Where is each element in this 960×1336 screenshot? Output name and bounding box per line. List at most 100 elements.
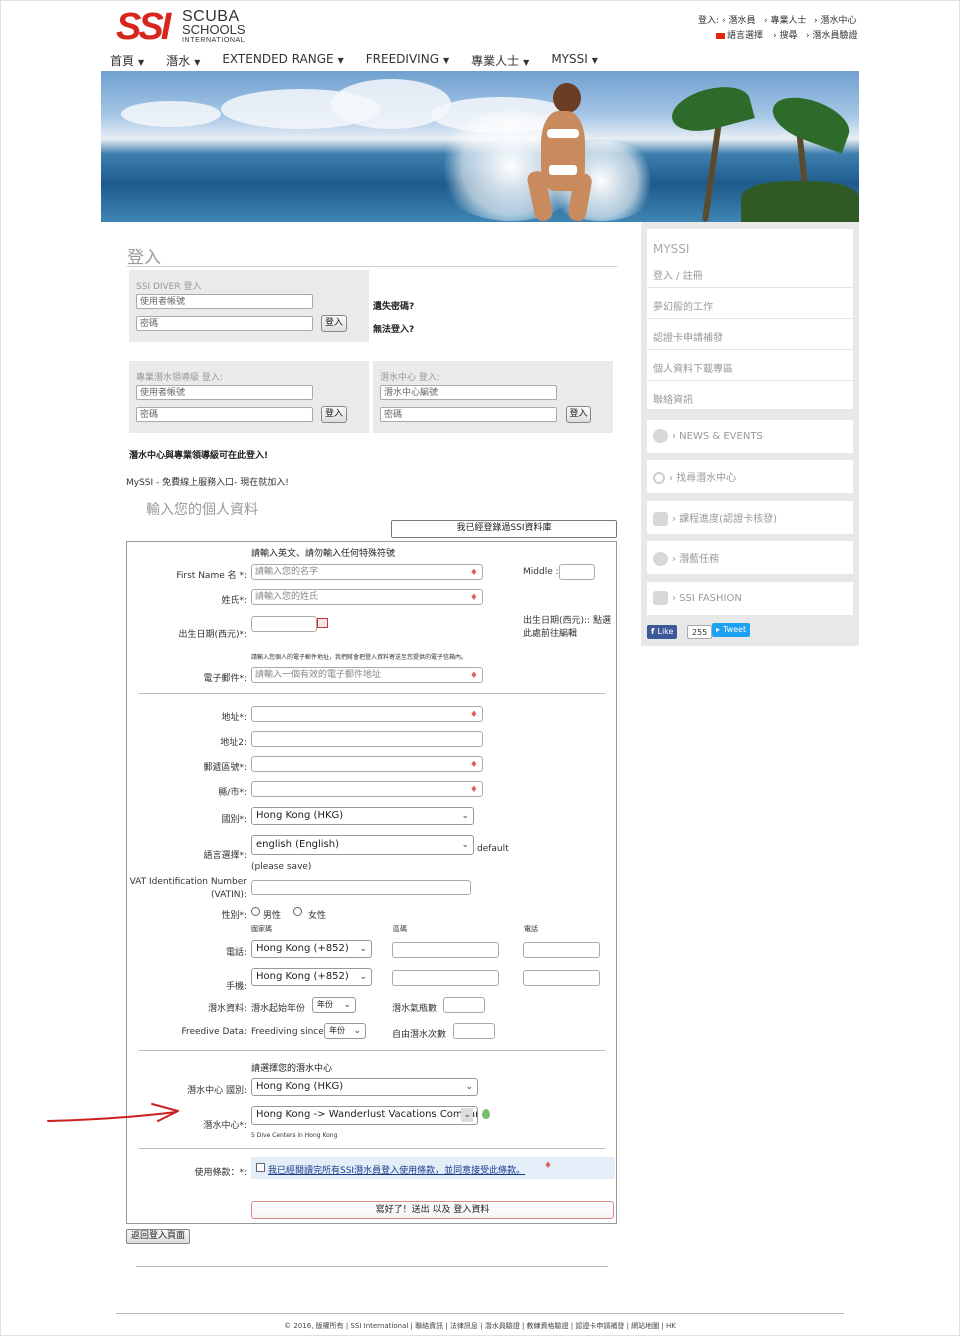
middle-name-input[interactable] [559, 564, 595, 580]
postal-code-input[interactable]: ♦ [251, 756, 483, 772]
required-icon: ♦ [469, 593, 478, 603]
center-password-input[interactable]: 密碼 [380, 407, 557, 422]
dob-input[interactable] [251, 616, 317, 632]
top-link-center[interactable]: › 潛水中心 [814, 13, 856, 26]
submit-button[interactable]: 寫好了！送出 以及 登入資料 [251, 1201, 614, 1219]
sidebar-card-blue-mission[interactable]: › 潛藍任務 [647, 541, 853, 574]
phone-number-input[interactable] [523, 942, 600, 958]
nav-home[interactable]: 首頁 ▼ [110, 52, 144, 70]
center-login-note: 潛水中心與專業領導級可在此登入! [129, 451, 269, 461]
language-select[interactable]: 語言選擇 [716, 28, 763, 41]
pro-password-input[interactable]: 密碼 [136, 407, 313, 422]
footer-links[interactable]: © 2016, 版權所有 | SSI International | 聯絡資訊 … [0, 1321, 960, 1331]
nav-myssi[interactable]: MYSSI ▼ [551, 52, 598, 70]
hero-banner-image [101, 71, 859, 222]
phone-country-select[interactable]: Hong Kong (+852) ⌄ [251, 940, 372, 958]
sidebar: MYSSI 登入 / 註冊 夢幻般的工作 認證卡申請補發 個人資料下載專區 聯絡… [641, 222, 859, 646]
last-name-input[interactable]: 請輸入您的姓氏 ♦ [251, 589, 483, 605]
mobile-label: 手機: [225, 982, 247, 992]
terms-checkbox[interactable] [256, 1163, 265, 1172]
vat-input[interactable] [251, 880, 471, 895]
vat-label-line1: VAT Identification Number [129, 877, 247, 887]
ssi-logo[interactable]: SSI SCUBA SCHOOLS INTERNATIONAL [116, 8, 258, 46]
dive-center-select[interactable]: Hong Kong -> Wanderlust Vacations Compan… [251, 1106, 478, 1125]
center-login-button[interactable]: 登入 [566, 406, 591, 423]
required-icon: ♦ [469, 671, 478, 681]
sidebar-card-find-center[interactable]: › 找尋潛水中心 [647, 460, 853, 493]
chevron-down-icon: ⌄ [343, 1000, 351, 1010]
freedive-count-input[interactable] [453, 1023, 495, 1039]
freediving-since-year-select[interactable]: 年份 ⌄ [324, 1023, 366, 1039]
gender-female-radio[interactable] [293, 907, 302, 916]
diver-password-input[interactable]: 密碼 [136, 316, 313, 331]
select-center-title: 請選擇您的潛水中心 [251, 1064, 333, 1074]
sidebar-item-data-download[interactable]: 個人資料下載專區 [653, 360, 733, 375]
sidebar-card-fashion[interactable]: › SSI FASHION [647, 582, 853, 615]
dive-center-value: Hong Kong -> Wanderlust Vacations Compan [256, 1109, 478, 1120]
nav-freediving[interactable]: FREEDIVING ▼ [366, 52, 449, 70]
gender-female-label: 女性 [308, 911, 327, 921]
required-icon: ♦ [469, 568, 478, 578]
top-link-verify[interactable]: › 潛水員驗證 [806, 28, 857, 41]
terms-link[interactable]: 我已經閱讀完所有SSI潛水員登入使用條款，並同意接受此條款。 [268, 1163, 525, 1176]
mobile-area-input[interactable] [392, 970, 499, 986]
address-label: 地址*: [221, 713, 247, 723]
first-name-placeholder: 請輸入您的名字 [255, 567, 319, 577]
back-to-login-button[interactable]: 返回登入頁面 [126, 1229, 190, 1244]
address-input[interactable]: ♦ [251, 706, 483, 722]
calendar-icon[interactable] [317, 618, 328, 628]
gender-male-label: 男性 [263, 911, 282, 921]
dive-data-label: 潛水資料: [207, 1004, 247, 1014]
sidebar-card-course-progress[interactable]: › 課程進度(認證卡核發) [647, 501, 853, 534]
already-registered-button[interactable]: 我已經登錄過SSI資料庫 [391, 520, 617, 538]
required-icon: ♦ [469, 785, 478, 795]
center-id-input[interactable]: 潛水中心編號 [380, 385, 557, 400]
logo-mark: SSI [116, 6, 171, 48]
chevron-down-icon: ▼ [337, 56, 344, 65]
sidebar-item-login-register[interactable]: 登入 / 註冊 [653, 267, 703, 282]
annotation-arrow [47, 1103, 179, 1122]
dive-since-year-select[interactable]: 年份 ⌄ [312, 997, 356, 1013]
sunburst-icon [653, 429, 668, 443]
gender-male-radio[interactable] [251, 907, 260, 916]
first-name-input[interactable]: 請輸入您的名字 ♦ [251, 564, 483, 580]
facebook-like-button[interactable]: f Like [647, 625, 678, 639]
city-input[interactable]: ♦ [251, 781, 483, 797]
sidebar-card-news[interactable]: › NEWS & EVENTS [647, 420, 853, 453]
email-input[interactable]: 請輸入一個有效的電子郵件地址 ♦ [251, 667, 483, 683]
pro-account-input[interactable]: 使用者帳號 [136, 385, 313, 400]
dive-count-input[interactable] [443, 997, 485, 1013]
top-link-pro[interactable]: › 專業人士 [764, 13, 806, 26]
sidebar-item-card-replacement[interactable]: 認證卡申請補發 [653, 329, 723, 344]
mobile-country-select[interactable]: Hong Kong (+852) ⌄ [251, 968, 372, 986]
logo-text-schools: SCHOOLS [182, 22, 246, 37]
center-country-select[interactable]: Hong Kong (HKG) ⌄ [251, 1078, 478, 1096]
tshirt-icon [653, 591, 668, 605]
cannot-login-link[interactable]: 無法登入? [373, 322, 414, 335]
nav-extended-range[interactable]: EXTENDED RANGE ▼ [222, 52, 343, 70]
sidebar-card-blue-mission-label: › 潛藍任務 [653, 550, 719, 566]
email-note: 請輸入您個人的電子郵件地址，我們將會把登入資料寄送至您提供的電子信箱內。 [251, 654, 468, 661]
sidebar-item-contact[interactable]: 聯絡資訊 [653, 391, 693, 406]
language-select[interactable]: english (English) ⌄ [251, 835, 474, 855]
dive-since-year-value: 年份 [317, 1000, 333, 1009]
nav-professionals[interactable]: 專業人士 ▼ [471, 52, 529, 70]
pro-login-button[interactable]: 登入 [321, 406, 347, 423]
chevron-down-icon: ▼ [523, 58, 530, 67]
gender-label: 性別*: [221, 911, 247, 921]
forgot-password-link[interactable]: 遺失密碼? [373, 299, 414, 312]
phone-area-input[interactable] [392, 942, 499, 958]
country-label: 國別*: [221, 815, 247, 825]
tweet-button[interactable]: ▸ Tweet [712, 623, 751, 637]
address2-input[interactable] [251, 731, 483, 747]
nav-diving[interactable]: 潛水 ▼ [166, 52, 200, 70]
middle-name-label: Middle : [523, 567, 559, 577]
top-link-search[interactable]: › 搜尋 [773, 28, 797, 41]
diver-account-input[interactable]: 使用者帳號 [136, 294, 313, 309]
mobile-number-input[interactable] [523, 970, 600, 986]
diver-login-button[interactable]: 登入 [321, 315, 347, 332]
sidebar-item-dream-job[interactable]: 夢幻般的工作 [653, 298, 713, 313]
course-progress-text: › 課程進度(認證卡核發) [672, 514, 777, 525]
country-select[interactable]: Hong Kong (HKG) ⌄ [251, 807, 474, 825]
top-link-diver[interactable]: › 潛水員 [722, 13, 755, 26]
